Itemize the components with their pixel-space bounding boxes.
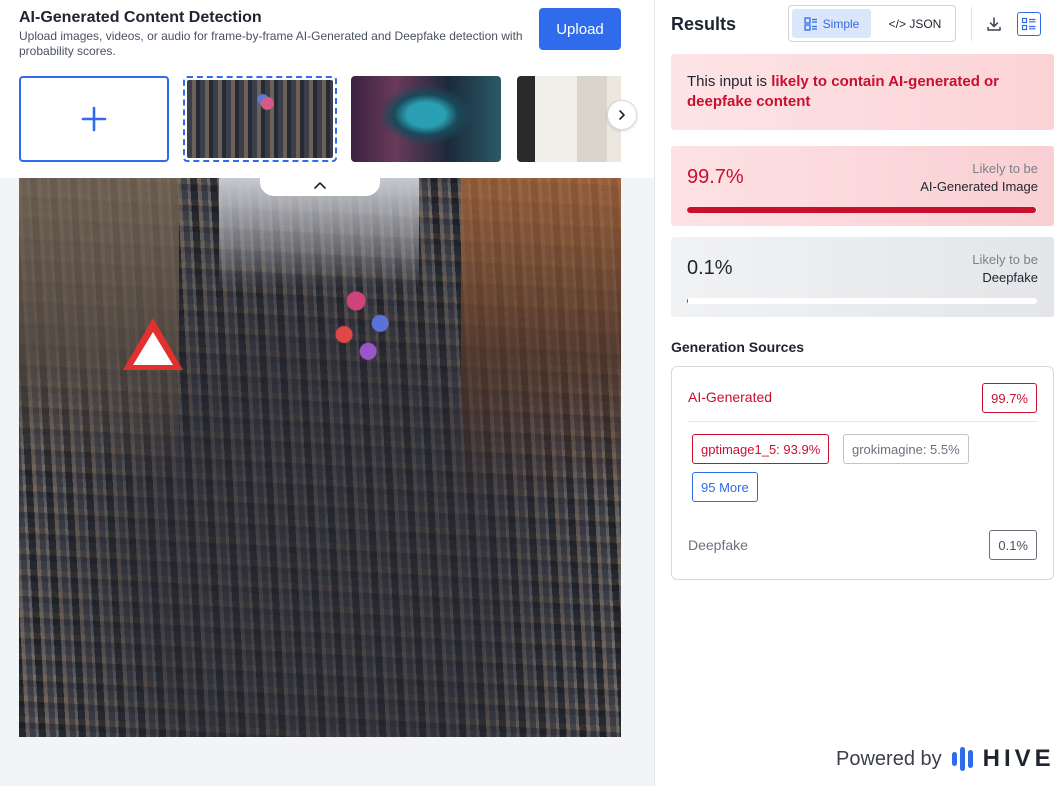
collapse-gallery-button[interactable]	[260, 174, 380, 196]
results-title: Results	[671, 14, 737, 34]
simple-view-label: Simple	[822, 16, 860, 31]
deepfake-progress-bar	[687, 298, 1037, 304]
generation-sources-heading: Generation Sources	[671, 339, 805, 355]
deepfake-source-label: Deepfake	[688, 537, 748, 553]
view-mode-toggle: Simple </> JSON	[788, 5, 956, 42]
preview-building-right	[461, 178, 621, 498]
json-view-option[interactable]: </> JSON	[877, 9, 953, 38]
source-chip: grokimagine: 5.5%	[843, 434, 969, 464]
crowd-thumbnail-image	[187, 80, 333, 158]
chevron-up-icon	[314, 182, 326, 189]
download-icon	[987, 17, 1001, 31]
ai-generated-progress-bar	[687, 207, 1037, 213]
json-view-label: </> JSON	[888, 16, 942, 31]
list-view-button[interactable]	[1017, 12, 1041, 36]
generation-sources-card: AI-Generated 99.7% gptimage1_5: 93.9% gr…	[671, 366, 1054, 580]
powered-by-label: Powered by	[836, 747, 942, 770]
ai-generated-kind: AI-Generated Image	[920, 179, 1038, 194]
app-window: AI-Generated Content Detection Upload im…	[0, 0, 1056, 786]
page-subtitle: Upload images, videos, or audio for fram…	[19, 29, 523, 58]
more-sources-button[interactable]: 95 More	[692, 472, 758, 502]
ai-generated-source-label: AI-Generated	[688, 389, 773, 405]
ai-generated-score-badge: 99.7%	[982, 383, 1037, 413]
hive-brand-name: HIVE	[982, 745, 1055, 772]
preview-road-sign-inner	[133, 332, 173, 365]
toolbar-divider	[971, 7, 972, 41]
layout-icon	[804, 16, 817, 31]
verdict-banner: This input is likely to contain AI-gener…	[671, 54, 1054, 130]
results-pane: Results Simple </> JSON This input is li…	[654, 0, 1056, 786]
ai-generated-likely-label: Likely to be	[972, 161, 1038, 176]
deepfake-score-badge: 0.1%	[989, 530, 1037, 560]
page-title: AI-Generated Content Detection	[19, 9, 262, 26]
deepfake-probability-card: 0.1% Likely to be Deepfake	[671, 237, 1054, 317]
chevron-right-icon	[619, 110, 625, 120]
media-preview-image	[19, 178, 621, 737]
deepfake-kind: Deepfake	[982, 270, 1038, 285]
ai-generated-progress-fill	[687, 207, 1036, 213]
upload-header: AI-Generated Content Detection Upload im…	[0, 0, 654, 178]
verdict-prefix: This input is	[687, 73, 772, 90]
deepfake-percent: 0.1%	[687, 257, 733, 279]
list-view-icon	[1021, 17, 1036, 31]
plus-icon	[81, 106, 107, 132]
upload-pane: AI-Generated Content Detection Upload im…	[0, 0, 654, 786]
source-chip: gptimage1_5: 93.9%	[692, 434, 830, 464]
sources-divider	[688, 421, 1038, 422]
add-media-tile[interactable]	[19, 76, 169, 162]
ai-generated-percent: 99.7%	[687, 166, 744, 188]
media-thumbnail[interactable]	[517, 76, 621, 162]
deepfake-likely-label: Likely to be	[972, 252, 1038, 267]
upload-button[interactable]: Upload	[539, 8, 621, 50]
hive-logo-icon	[951, 747, 973, 771]
media-gallery	[19, 76, 621, 162]
media-thumbnail-selected[interactable]	[183, 76, 337, 162]
powered-by-footer: Powered by HIVE	[836, 745, 1055, 773]
gallery-next-button[interactable]	[607, 100, 637, 130]
simple-view-option[interactable]: Simple	[792, 9, 871, 38]
download-button[interactable]	[981, 11, 1007, 37]
media-thumbnail[interactable]	[351, 76, 501, 162]
ai-generated-probability-card: 99.7% Likely to be AI-Generated Image	[671, 146, 1054, 226]
